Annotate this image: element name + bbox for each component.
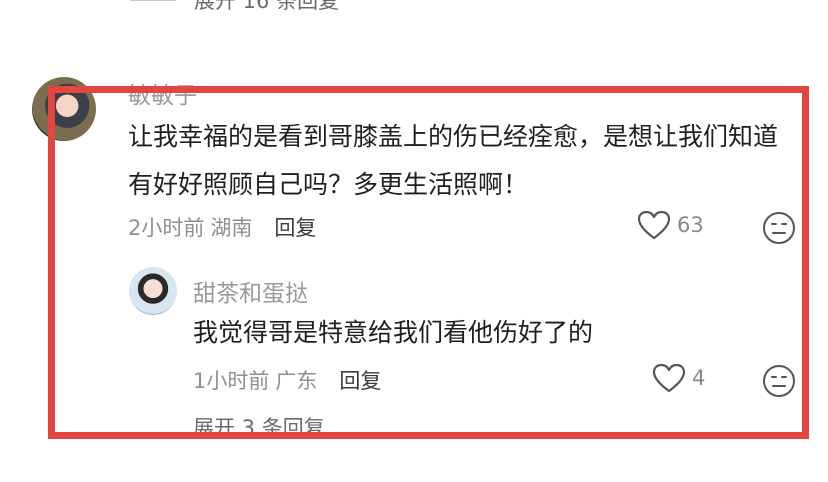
comment-text: 让我幸福的是看到哥膝盖上的伤已经痊愈，是想让我们知道有好好照顾自己吗？多更生活照… bbox=[128, 122, 779, 199]
reply-like-button[interactable]: 4 bbox=[652, 363, 705, 393]
expand-replies-top[interactable]: 展开 16 条回复 bbox=[130, 0, 340, 13]
heart-outline-icon bbox=[652, 363, 686, 393]
like-button[interactable]: 63 bbox=[637, 210, 704, 240]
reply-location: 广东 bbox=[275, 369, 318, 393]
face-icon[interactable] bbox=[762, 364, 796, 398]
reply-reply-button[interactable]: 回复 bbox=[339, 365, 381, 395]
heart-outline-icon bbox=[637, 210, 671, 240]
like-count: 63 bbox=[677, 213, 704, 237]
comment-location: 湖南 bbox=[210, 216, 253, 240]
reply-like-count: 4 bbox=[692, 366, 706, 390]
expand-replies-label: 展开 16 条回复 bbox=[194, 0, 340, 13]
reply-time: 1小时前 bbox=[193, 369, 270, 393]
divider-line bbox=[130, 0, 176, 1]
reply-text: 我觉得哥是特意给我们看他伤好了的 bbox=[193, 318, 594, 347]
reply-avatar[interactable] bbox=[129, 267, 177, 315]
comment-username[interactable]: 敏敏子 bbox=[128, 76, 197, 110]
reply-meta: 1小时前 广东 回复 bbox=[193, 365, 381, 395]
comment-meta: 2小时前 湖南 回复 bbox=[128, 212, 316, 242]
comment-time: 2小时前 bbox=[128, 216, 205, 240]
reply-button[interactable]: 回复 bbox=[274, 212, 316, 242]
reply-username[interactable]: 甜茶和蛋挞 bbox=[193, 274, 308, 308]
expand-more-replies[interactable]: 展开 3 条回复 bbox=[193, 412, 325, 432]
face-icon[interactable] bbox=[762, 211, 796, 245]
avatar[interactable] bbox=[32, 77, 96, 141]
